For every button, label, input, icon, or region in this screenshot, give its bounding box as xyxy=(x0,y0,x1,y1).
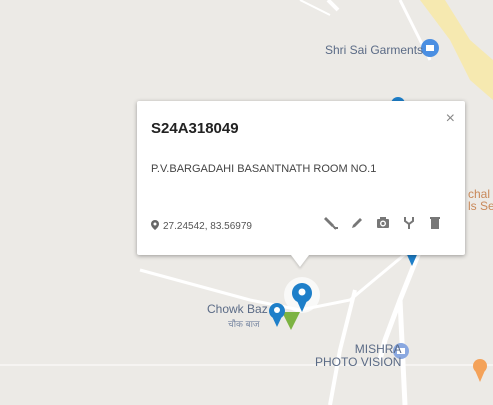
popup-address: P.V.BARGADAHI BASANTNATH ROOM NO.1 xyxy=(151,163,377,175)
coordinates-row: 27.24542, 83.56979 xyxy=(151,220,252,233)
pencil-icon[interactable] xyxy=(349,215,365,231)
camera-icon[interactable] xyxy=(375,215,391,231)
coordinates-text: 27.24542, 83.56979 xyxy=(163,221,252,232)
poi-label-chowk-bazar: Chowk Baz xyxy=(207,302,268,316)
popup-title: S24A318049 xyxy=(151,120,239,137)
edit-marker-icon[interactable] xyxy=(323,215,339,231)
fork-icon[interactable] xyxy=(401,215,417,231)
close-button[interactable]: × xyxy=(446,111,455,127)
poi-label-right-partial-2: ls Se xyxy=(468,199,493,213)
popup-actions xyxy=(323,215,443,231)
poi-label-mishra-photo-vision: MISHRA PHOTO VISION xyxy=(315,342,402,369)
location-pin-icon xyxy=(151,220,159,233)
poi-label-shri-sai-garments: Shri Sai Garments xyxy=(325,43,424,57)
map-view[interactable]: Shri Sai Garments Chowk Baz चौक बाज MISH… xyxy=(0,0,493,405)
trash-icon[interactable] xyxy=(427,215,443,231)
poi-label-chowk-bazar-hindi: चौक बाज xyxy=(228,319,260,329)
info-popup: S24A318049 × P.V.BARGADAHI BASANTNATH RO… xyxy=(137,101,465,255)
shopping-poi-icon[interactable] xyxy=(421,39,439,57)
